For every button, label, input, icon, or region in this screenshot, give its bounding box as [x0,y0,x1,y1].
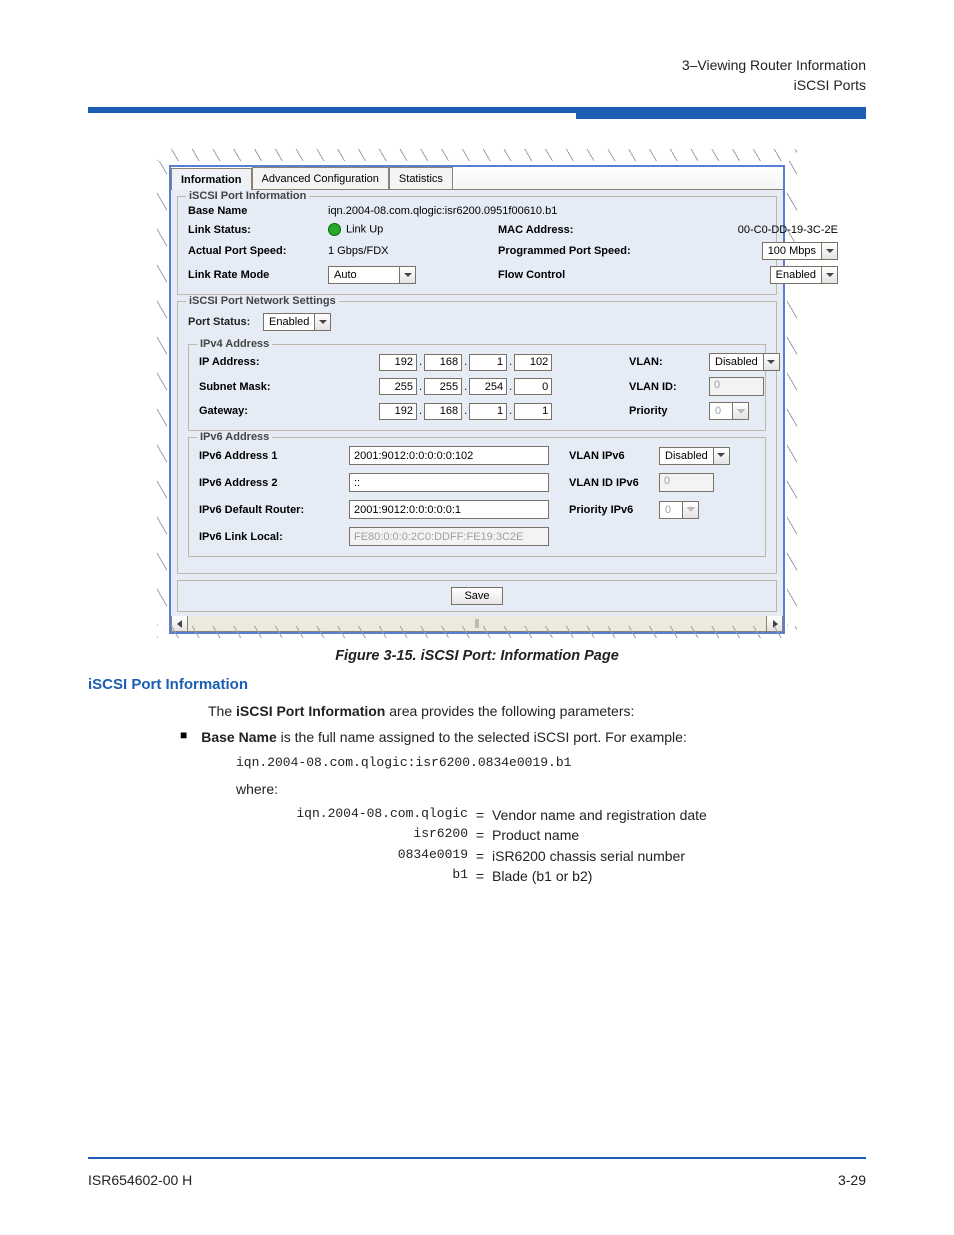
input-ipv6-a2[interactable] [349,473,549,492]
group-iscsi-port-info: iSCSI Port Information Base Name iqn.200… [177,196,777,295]
value-base-name: iqn.2004-08.com.qlogic:isr6200.0951f0061… [328,205,838,217]
group-ipv6: IPv6 Address IPv6 Address 1 VLAN IPv6 Di… [188,437,766,557]
select-vlan[interactable]: Disabled [709,353,780,371]
chevron-down-icon [399,267,415,283]
save-button[interactable]: Save [451,587,502,605]
label-flow-control: Flow Control [498,269,668,281]
legend-port-info: iSCSI Port Information [186,190,309,202]
footer-left: ISR654602-00 H [88,1172,192,1188]
label-actual-speed: Actual Port Speed: [188,245,328,257]
bullet-base-name: Base Name is the full name assigned to t… [180,727,866,747]
label-vlan: VLAN: [629,356,709,368]
label-vlan-id-ipv6: VLAN ID IPv6 [569,477,659,489]
group-ipv4: IPv4 Address IP Address: . . . VLAN: [188,344,766,431]
value-link-status: Link Up [328,223,498,236]
scroll-left-button[interactable] [172,616,188,631]
app-window: Information Advanced Configuration Stati… [169,165,785,634]
input-ipv6-link-local [349,527,549,546]
label-ipv6-default-router: IPv6 Default Router: [199,504,349,516]
input-subnet-mask[interactable]: . . . [379,378,629,395]
select-priority: 0 [709,402,749,420]
label-ip-address: IP Address: [199,356,379,368]
legend-ipv6: IPv6 Address [197,431,272,443]
group-network-settings: iSCSI Port Network Settings Port Status:… [177,301,777,574]
label-subnet: Subnet Mask: [199,381,379,393]
input-ipv6-default-router[interactable] [349,500,549,519]
definition-list: iqn.2004-08.com.qlogic=Vendor name and r… [248,805,866,886]
select-link-rate[interactable]: Auto [328,266,416,284]
value-actual-speed: 1 Gbps/FDX [328,245,498,257]
select-vlan-ipv6[interactable]: Disabled [659,447,730,465]
label-priority: Priority [629,405,709,417]
figure-caption: Figure 3-15. iSCSI Port: Information Pag… [88,648,866,664]
figure-iscsi-port-info: Information Advanced Configuration Stati… [157,149,797,638]
tab-bar: Information Advanced Configuration Stati… [171,167,783,190]
label-port-status: Port Status: [188,316,263,328]
code-example: iqn.2004-08.com.qlogic:isr6200.0834e0019… [236,754,866,773]
page-footer: ISR654602-00 H 3-29 [88,1157,866,1191]
chevron-down-icon [763,354,779,370]
save-bar: Save [177,580,777,612]
chevron-down-icon [821,267,837,283]
tab-statistics[interactable]: Statistics [389,167,453,189]
input-vlan-id: 0 [709,377,764,396]
input-gateway[interactable]: . . . [379,403,629,420]
horizontal-scrollbar[interactable] [171,616,783,632]
value-mac: 00-C0-DD-19-3C-2E [668,224,838,236]
footer-right: 3-29 [838,1172,866,1188]
chevron-down-icon [821,243,837,259]
chevron-down-icon [732,403,748,419]
input-vlan-id-ipv6: 0 [659,473,714,492]
page-header: 3–Viewing Router Information iSCSI Ports [88,56,866,95]
legend-net-settings: iSCSI Port Network Settings [186,295,339,307]
tab-information[interactable]: Information [171,168,252,190]
label-mac: MAC Address: [498,224,668,236]
label-vlan-ipv6: VLAN IPv6 [569,450,659,462]
chevron-down-icon [713,448,729,464]
label-priority-ipv6: Priority IPv6 [569,504,659,516]
label-link-status: Link Status: [188,224,328,236]
header-line1: 3–Viewing Router Information [88,56,866,76]
scroll-right-button[interactable] [766,616,782,631]
chevron-down-icon [682,502,698,518]
input-ip-address[interactable]: . . . [379,354,629,371]
select-prog-speed[interactable]: 100 Mbps [762,242,838,260]
label-vlan-id: VLAN ID: [629,381,709,393]
header-line2: iSCSI Ports [88,76,866,96]
label-ipv6-a1: IPv6 Address 1 [199,450,349,462]
select-flow-control[interactable]: Enabled [770,266,838,284]
section-heading: iSCSI Port Information [88,676,866,693]
tab-advanced-config[interactable]: Advanced Configuration [252,167,389,189]
label-prog-speed: Programmed Port Speed: [498,245,668,257]
label-link-rate: Link Rate Mode [188,269,328,281]
label-base-name: Base Name [188,205,328,217]
led-link-up-icon [328,223,341,236]
select-port-status[interactable]: Enabled [263,313,331,331]
header-accent-bar [576,107,866,119]
label-ipv6-a2: IPv6 Address 2 [199,477,349,489]
select-priority-ipv6: 0 [659,501,699,519]
body-text: The iSCSI Port Information area provides… [208,701,866,886]
label-gateway: Gateway: [199,405,379,417]
chevron-down-icon [314,314,330,330]
input-ipv6-a1[interactable] [349,446,549,465]
scroll-thumb[interactable] [475,619,479,628]
legend-ipv4: IPv4 Address [197,338,272,350]
label-ipv6-link-local: IPv6 Link Local: [199,531,349,543]
